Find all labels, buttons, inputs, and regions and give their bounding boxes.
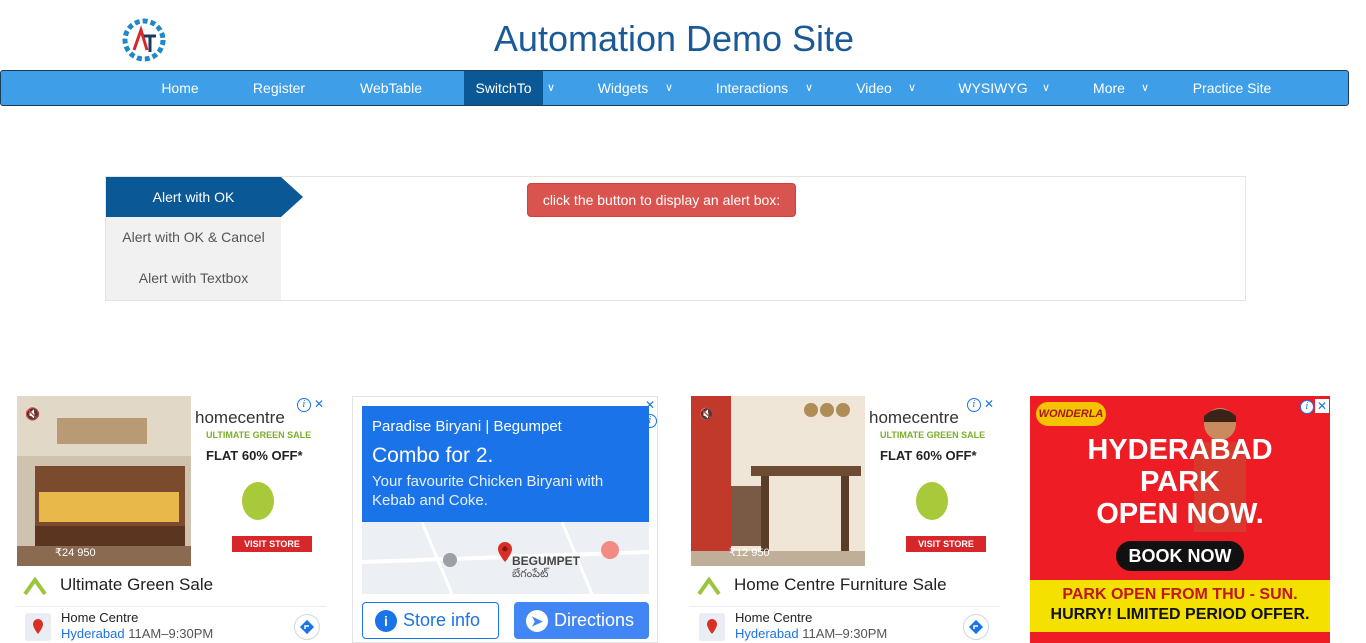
map-pin-icon bbox=[498, 542, 512, 562]
ad-title-row[interactable]: Home Centre Furniture Sale bbox=[689, 568, 1000, 602]
store-detail: Hyderabad 11AM–9:30PM bbox=[735, 626, 887, 641]
nav-home[interactable]: Home bbox=[147, 71, 213, 105]
store-info-button[interactable]: i Store info bbox=[362, 602, 499, 639]
map-pin-icon bbox=[25, 613, 51, 641]
deals-badge-icon bbox=[242, 482, 274, 520]
ad-title-row[interactable]: Ultimate Green Sale bbox=[15, 568, 326, 602]
wonderla-logo: WONDERLA bbox=[1036, 402, 1106, 426]
ad-headline: Combo for 2. bbox=[372, 444, 494, 467]
directions-label: Directions bbox=[554, 610, 635, 630]
alert-panel: Alert with OK Alert with OK & Cancel Ale… bbox=[105, 176, 1246, 301]
store-detail: Hyderabad 11AM–9:30PM bbox=[61, 626, 213, 641]
map-label: BEGUMPET bbox=[512, 554, 581, 568]
store-city: Hyderabad bbox=[61, 626, 125, 641]
ad-info-icon[interactable]: i bbox=[967, 398, 981, 412]
main-navbar: Home Register WebTable SwitchTo ∨ Widget… bbox=[0, 70, 1349, 106]
tab-alert-ok-cancel[interactable]: Alert with OK & Cancel bbox=[106, 217, 281, 257]
ad-headline: HYDERABAD PARK OPEN NOW. bbox=[1030, 434, 1330, 530]
brand-sale: ULTIMATE GREEN SALE bbox=[880, 430, 986, 440]
ad-brand: Paradise Biryani | Begumpet bbox=[372, 418, 562, 435]
mute-icon[interactable]: 🔇 bbox=[699, 406, 715, 422]
brand-flat-offer: FLAT 60% OFF* bbox=[880, 448, 977, 463]
chevron-down-icon[interactable]: ∨ bbox=[544, 71, 558, 105]
chevron-down-icon[interactable]: ∨ bbox=[1138, 71, 1152, 105]
ad-wonderla[interactable]: WONDERLA HYDERABAD PARK OPEN NOW. BOOK N… bbox=[1030, 396, 1330, 643]
directions-icon[interactable] bbox=[294, 614, 320, 640]
ad-text-block[interactable]: Paradise Biryani | Begumpet Combo for 2.… bbox=[362, 406, 649, 522]
ad-price: ₹12 950 bbox=[729, 547, 770, 559]
close-icon[interactable]: ✕ bbox=[1315, 399, 1329, 413]
ad-map[interactable]: BEGUMPET బేగంపేట్ bbox=[362, 522, 649, 594]
visit-store-label[interactable]: VISIT STORE bbox=[906, 536, 986, 552]
headline-line-3: OPEN NOW. bbox=[1096, 498, 1264, 530]
brand-flat-offer: FLAT 60% OFF* bbox=[206, 448, 303, 463]
store-name: Home Centre bbox=[61, 610, 139, 625]
chevron-down-icon[interactable]: ∨ bbox=[1039, 71, 1053, 105]
close-icon[interactable]: ✕ bbox=[982, 397, 996, 411]
headline-line-1: HYDERABAD bbox=[1087, 434, 1273, 466]
ad-title: Ultimate Green Sale bbox=[60, 575, 214, 594]
offer-line-2: HURRY! LIMITED PERIOD OFFER. bbox=[1050, 606, 1310, 623]
ad-title: Home Centre Furniture Sale bbox=[734, 575, 947, 594]
deals-badge-icon bbox=[916, 482, 948, 520]
ad-home-centre-1[interactable]: 🔇 ₹24 950 homecentre ULTIMATE GREEN SALE… bbox=[15, 396, 326, 643]
display-alert-button[interactable]: click the button to display an alert box… bbox=[527, 183, 796, 217]
store-hours: 11AM–9:30PM bbox=[128, 626, 214, 641]
active-tab-arrow bbox=[281, 177, 303, 217]
nav-switchto[interactable]: SwitchTo bbox=[464, 71, 543, 105]
dining-room-image bbox=[691, 396, 865, 566]
site-logo bbox=[122, 18, 166, 62]
brand-name: homecentre bbox=[195, 408, 285, 427]
chevron-down-icon[interactable]: ∨ bbox=[905, 71, 919, 105]
nav-more[interactable]: More bbox=[1083, 71, 1135, 105]
nav-wysiwyg[interactable]: WYSIWYG bbox=[951, 71, 1035, 105]
chevron-down-icon[interactable]: ∨ bbox=[802, 71, 816, 105]
ad-home-centre-2[interactable]: 🔇 ₹12 950 homecentre ULTIMATE GREEN SALE… bbox=[689, 396, 1000, 643]
directions-icon: ➤ bbox=[526, 610, 548, 633]
tab-alert-textbox[interactable]: Alert with Textbox bbox=[106, 258, 281, 298]
ad-info-icon[interactable]: i bbox=[1300, 400, 1314, 414]
map-pin-icon bbox=[699, 613, 725, 641]
ad-description: Your favourite Chicken Biryani with Keba… bbox=[372, 473, 604, 509]
nav-widgets[interactable]: Widgets bbox=[587, 71, 659, 105]
ad-price: ₹24 950 bbox=[55, 547, 96, 559]
ad-brand-panel: homecentre ULTIMATE GREEN SALE FLAT 60% … bbox=[192, 396, 324, 566]
brand-name: homecentre bbox=[869, 408, 959, 427]
visit-store-label[interactable]: VISIT STORE bbox=[232, 536, 312, 552]
nav-practice-site[interactable]: Practice Site bbox=[1181, 71, 1283, 105]
ad-location-row[interactable]: Home Centre Hyderabad 11AM–9:30PM bbox=[15, 606, 326, 643]
tab-alert-ok[interactable]: Alert with OK bbox=[106, 177, 281, 217]
ad-brand-panel: homecentre ULTIMATE GREEN SALE FLAT 60% … bbox=[866, 396, 998, 566]
store-hours: 11AM–9:30PM bbox=[802, 626, 888, 641]
page-title: Automation Demo Site bbox=[493, 18, 855, 59]
home-centre-logo-icon bbox=[697, 576, 721, 596]
home-centre-logo-icon bbox=[23, 576, 47, 596]
brand-sale: ULTIMATE GREEN SALE bbox=[206, 430, 312, 440]
chevron-down-icon[interactable]: ∨ bbox=[662, 71, 676, 105]
nav-webtable[interactable]: WebTable bbox=[347, 71, 435, 105]
offer-banner: PARK OPEN FROM THU - SUN. HURRY! LIMITED… bbox=[1030, 580, 1330, 632]
directions-button[interactable]: ➤ Directions bbox=[514, 602, 649, 639]
directions-icon[interactable] bbox=[963, 614, 989, 640]
headline-line-2: PARK bbox=[1139, 466, 1221, 498]
store-info-label: Store info bbox=[403, 610, 481, 630]
alert-tabs: Alert with OK Alert with OK & Cancel Ale… bbox=[106, 177, 303, 300]
book-now-button[interactable]: BOOK NOW bbox=[1116, 541, 1244, 571]
map-label-local: బేగంపేట్ bbox=[512, 568, 549, 580]
offer-line-1: PARK OPEN FROM THU - SUN. bbox=[1062, 586, 1298, 603]
nav-register[interactable]: Register bbox=[241, 71, 317, 105]
ad-paradise-biryani[interactable]: ✕ i Paradise Biryani | Begumpet Combo fo… bbox=[352, 396, 658, 643]
store-name: Home Centre bbox=[735, 610, 813, 625]
nav-video[interactable]: Video bbox=[847, 71, 901, 105]
store-city: Hyderabad bbox=[735, 626, 799, 641]
close-icon[interactable]: ✕ bbox=[312, 397, 326, 411]
ad-location-row[interactable]: Home Centre Hyderabad 11AM–9:30PM bbox=[689, 606, 1000, 643]
mute-icon[interactable]: 🔇 bbox=[25, 406, 41, 422]
ad-info-icon[interactable]: i bbox=[297, 398, 311, 412]
nav-interactions[interactable]: Interactions bbox=[707, 71, 797, 105]
bedroom-image bbox=[17, 396, 191, 566]
info-icon: i bbox=[375, 610, 397, 633]
